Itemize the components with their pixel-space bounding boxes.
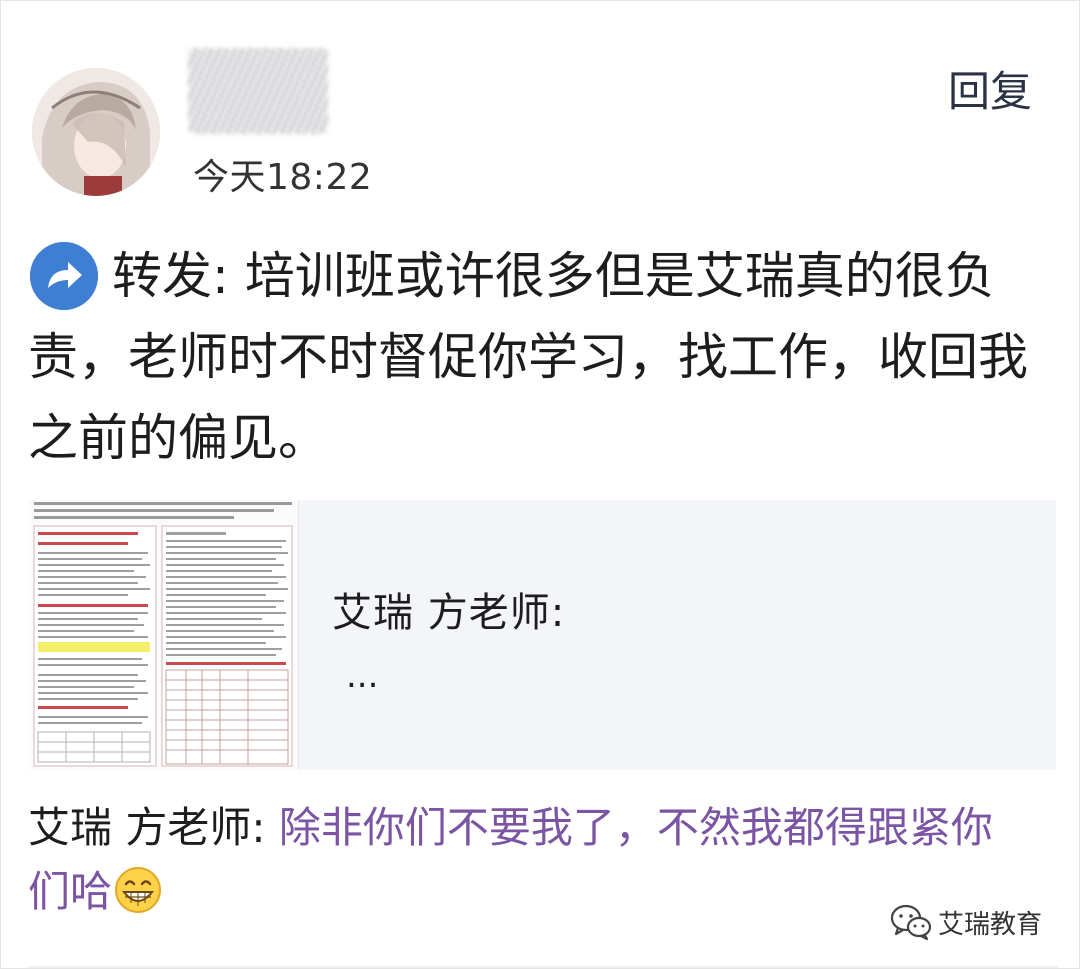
- post-text: 转发: 培训班或许很多但是艾瑞真的很负责，老师时不时督促你学习，找工作，收回我之…: [28, 247, 1028, 467]
- grin-emoji-icon: [114, 866, 162, 914]
- timestamp: 今天18:22: [193, 157, 373, 198]
- quoted-author: 艾瑞 方老师:: [332, 590, 566, 636]
- reply-button[interactable]: 回复: [948, 58, 1032, 119]
- reply-comment: 艾瑞 方老师: 除非你们不要我了，不然我都得跟紧你们哈: [28, 796, 1028, 924]
- document-thumbnail[interactable]: [28, 500, 299, 770]
- reply-author[interactable]: 艾瑞 方老师:: [28, 803, 279, 852]
- username-redacted: [188, 48, 328, 134]
- quoted-post-card[interactable]: 艾瑞 方老师: ...: [28, 500, 1056, 770]
- watermark: 艾瑞教育: [890, 900, 1042, 944]
- quoted-excerpt: ...: [346, 656, 379, 696]
- divider: [28, 966, 1058, 968]
- watermark-text: 艾瑞教育: [938, 909, 1043, 940]
- avatar[interactable]: [32, 68, 160, 196]
- wechat-icon: [890, 904, 932, 941]
